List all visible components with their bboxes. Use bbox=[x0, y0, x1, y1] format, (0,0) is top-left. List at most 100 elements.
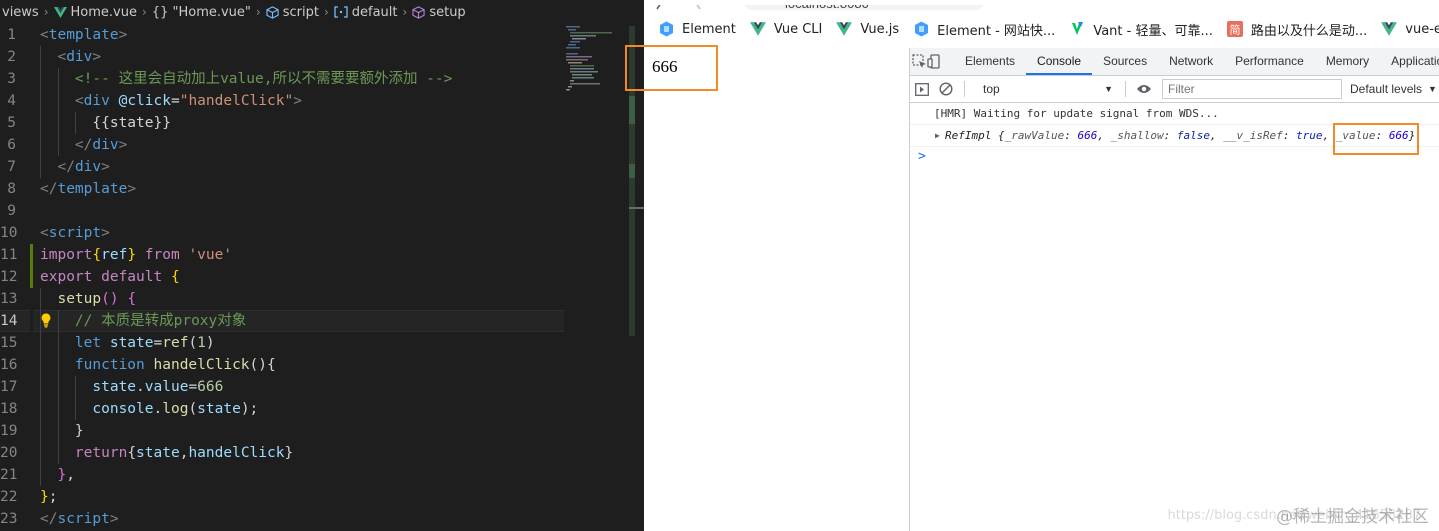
code-line[interactable]: 21 }, bbox=[0, 464, 564, 486]
code-text: export default { bbox=[40, 266, 180, 288]
tab-sources[interactable]: Sources bbox=[1092, 48, 1158, 75]
code-line[interactable]: 18 console.log(state); bbox=[0, 398, 564, 420]
bookmark-item[interactable]: Vant - 轻量、可靠... bbox=[1069, 20, 1213, 39]
inspect-element-icon[interactable] bbox=[912, 48, 927, 75]
code-token: < bbox=[57, 49, 67, 65]
tab-performance[interactable]: Performance bbox=[1224, 48, 1315, 75]
code-text: {{state}} bbox=[40, 112, 171, 134]
cube-icon bbox=[266, 5, 279, 19]
tab-memory[interactable]: Memory bbox=[1315, 48, 1380, 75]
breadcrumb-item-script[interactable]: script bbox=[266, 5, 319, 20]
code-token: () bbox=[101, 291, 119, 307]
log-levels-dropdown[interactable]: Default levels ▼ bbox=[1350, 82, 1437, 96]
console-filter-input[interactable] bbox=[1162, 79, 1342, 99]
chevron-right-icon: › bbox=[255, 5, 261, 19]
expand-triangle-icon[interactable]: ▶ bbox=[935, 125, 940, 146]
code-line[interactable]: 15 let state=ref(1) bbox=[0, 332, 564, 354]
code-token: <!-- 这里会自动加上value,所以不需要要额外添加 --> bbox=[74, 71, 453, 87]
code-token: } bbox=[74, 423, 84, 439]
line-number: 14 bbox=[0, 313, 18, 329]
code-token: 666 bbox=[197, 379, 224, 395]
code-editor[interactable]: views › Home.vue › {} "Home.vue" › scrip… bbox=[0, 0, 644, 531]
code-line[interactable]: 9 bbox=[0, 200, 564, 222]
context-selector[interactable]: top ▼ bbox=[977, 79, 1119, 99]
code-token: @click bbox=[118, 93, 171, 109]
devtools-tab-bar: Elements Console Sources Network Performance… bbox=[910, 48, 1439, 76]
element-icon bbox=[913, 21, 929, 37]
gutter-change-bar bbox=[30, 420, 33, 442]
line-number: 5 bbox=[7, 115, 16, 131]
devtools-panel: Elements Console Sources Network Performance… bbox=[909, 48, 1439, 531]
code-line[interactable]: 7 </div> bbox=[0, 156, 564, 178]
breadcrumb-item-setup[interactable]: setup bbox=[412, 5, 466, 20]
code-text: state.value=666 bbox=[40, 376, 223, 398]
code-token: state bbox=[92, 379, 137, 395]
code-text: </script> bbox=[40, 508, 119, 530]
line-number: 2 bbox=[7, 49, 16, 65]
sidebar-toggle-icon[interactable] bbox=[910, 76, 934, 103]
bookmark-item[interactable]: vue-eler bbox=[1381, 21, 1439, 37]
code-line[interactable]: 6 </div> bbox=[0, 134, 564, 156]
code-text: </template> bbox=[40, 178, 136, 200]
breadcrumb-item-file[interactable]: Home.vue bbox=[53, 5, 137, 20]
code-line[interactable]: 13 setup() { bbox=[0, 288, 564, 310]
code-token: div bbox=[66, 49, 93, 65]
code-line[interactable]: 2 <div> bbox=[0, 46, 564, 68]
log-levels-label: Default levels bbox=[1350, 82, 1423, 96]
clear-console-icon[interactable] bbox=[934, 76, 958, 103]
code-token: > bbox=[118, 27, 128, 43]
bookmark-item[interactable]: Element bbox=[658, 21, 736, 37]
code-line[interactable]: 4 <div @click="handelClick"> bbox=[0, 90, 564, 112]
code-line[interactable]: 5 {{state}} bbox=[0, 112, 564, 134]
code-line[interactable]: 19 } bbox=[0, 420, 564, 442]
code-line[interactable]: 3 <!-- 这里会自动加上value,所以不需要要额外添加 --> bbox=[0, 68, 564, 90]
code-text: // 本质是转成proxy对象 bbox=[40, 310, 246, 332]
code-line[interactable]: 11 import{ref} from 'vue' bbox=[0, 244, 564, 266]
code-token: ref bbox=[101, 247, 128, 263]
tab-console[interactable]: Console bbox=[1026, 48, 1093, 75]
gutter-change-bar bbox=[30, 244, 33, 266]
code-line[interactable]: 23 </script> bbox=[0, 508, 564, 530]
line-number: 4 bbox=[7, 93, 16, 109]
code-token: </ bbox=[40, 511, 58, 527]
code-text: <!-- 这里会自动加上value,所以不需要要额外添加 --> bbox=[40, 68, 452, 90]
breadcrumb-item-module[interactable]: {} "Home.vue" bbox=[152, 5, 251, 20]
gutter-change-bar bbox=[30, 332, 33, 354]
minimap[interactable] bbox=[564, 24, 630, 94]
code-lines[interactable]: 1 <template> 2 <div> 3 <!-- 这里会自动加上value,所以… bbox=[0, 24, 564, 530]
bookmark-label: Vue.js bbox=[860, 21, 900, 37]
code-line[interactable]: 17 state.value=666 bbox=[0, 376, 564, 398]
breadcrumb-item-default[interactable]: default bbox=[334, 5, 398, 20]
address-bar[interactable]: localhost:8080 bbox=[644, 0, 1439, 10]
bookmark-label: vue-eler bbox=[1405, 21, 1439, 37]
tab-network[interactable]: Network bbox=[1158, 48, 1224, 75]
bookmark-item[interactable]: Element - 网站快... bbox=[913, 20, 1055, 39]
code-line[interactable]: 14 // 本质是转成proxy对象 bbox=[0, 310, 564, 332]
code-line[interactable]: 10 <script> bbox=[0, 222, 564, 244]
code-line[interactable]: 22}; bbox=[0, 486, 564, 508]
code-line[interactable]: 8 </template> bbox=[0, 178, 564, 200]
eye-icon[interactable] bbox=[1132, 76, 1156, 103]
device-toolbar-icon[interactable] bbox=[927, 48, 942, 75]
jianshu-icon: 简 bbox=[1226, 21, 1243, 37]
code-line[interactable]: 1 <template> bbox=[0, 24, 564, 46]
code-line[interactable]: 20 return{state,handelClick} bbox=[0, 442, 564, 464]
code-token: > bbox=[101, 225, 110, 241]
bookmark-item[interactable]: Vue CLI bbox=[749, 21, 822, 37]
code-token: = bbox=[170, 93, 180, 109]
gutter-change-bar bbox=[30, 24, 33, 46]
code-line[interactable]: 12 export default { bbox=[0, 266, 564, 288]
bookmarks-bar: Element Vue CLI Vue.js Element - 网站快... Vant… bbox=[644, 10, 1439, 49]
code-line[interactable]: 16 function handelClick(){ bbox=[0, 354, 564, 376]
bookmark-item[interactable]: Vue.js bbox=[836, 21, 899, 37]
tab-application[interactable]: Application bbox=[1380, 48, 1439, 75]
tab-elements[interactable]: Elements bbox=[954, 48, 1026, 75]
code-token: 'vue' bbox=[188, 247, 233, 263]
breadcrumb-item-views[interactable]: views bbox=[2, 5, 39, 20]
lightbulb-icon[interactable] bbox=[41, 313, 51, 328]
gutter-change-bar bbox=[30, 112, 33, 134]
bookmark-item[interactable]: 简路由以及什么是动... bbox=[1226, 20, 1367, 39]
